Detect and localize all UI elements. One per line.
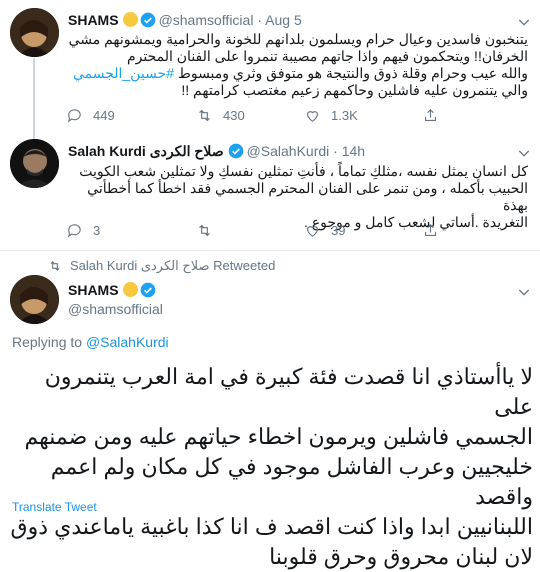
reply-button[interactable]: 449 [66, 107, 115, 124]
chevron-down-icon[interactable] [516, 14, 532, 30]
tweet1-header: SHAMS @shamsofficial · Aug 5 [68, 12, 302, 28]
hashtag-link[interactable]: #حسين_الجسمي [73, 65, 174, 81]
tweet1-line: والي يتنمرون عليه فاشلين وحاكمهم زعيم مغ… [181, 82, 528, 98]
tweet1-line: يتنخبون فاسدين وعيال حرام ويسلمون بلدانه… [68, 31, 528, 47]
reply-count: 449 [93, 108, 115, 123]
dot-separator: · [333, 143, 338, 159]
tweet1-time[interactable]: Aug 5 [265, 12, 302, 28]
tweet2-time[interactable]: 14h [342, 143, 365, 159]
retweet-banner-label: Salah Kurdi صلاح الكردى Retweeted [70, 258, 276, 273]
share-icon [424, 224, 437, 237]
retweet-count: 430 [223, 108, 245, 123]
tweet3-line: لا ياأستاذي انا قصدت فئة كبيرة في امة ال… [44, 364, 533, 419]
tweet2-name-arabic[interactable]: صلاح الكردى [150, 143, 224, 159]
tweet1-handle[interactable]: @shamsofficial [159, 12, 254, 28]
tweet1-line: والله عيب وحرام وقلة ذوق والنتيجة هو متو… [66, 65, 528, 82]
like-icon [306, 111, 319, 122]
tweet1-actions: 449 430 1.3K [66, 107, 526, 125]
chevron-down-icon[interactable] [516, 145, 532, 161]
tweet2-header: Salah Kurdi صلاح الكردى @SalahKurdi · 14… [68, 143, 365, 160]
retweet-button[interactable] [196, 222, 223, 239]
like-button[interactable]: 39 [304, 222, 345, 239]
retweet-icon [199, 224, 210, 237]
retweet-button[interactable]: 430 [196, 107, 245, 124]
reply-icon [67, 109, 81, 123]
tweet1-name[interactable]: SHAMS [68, 12, 119, 28]
tweet3-line: لان لبنان محروق وحرق قلوبنا [269, 544, 533, 569]
tweet2-name[interactable]: Salah Kurdi [68, 143, 146, 159]
tweet3-handle[interactable]: @shamsofficial [68, 301, 163, 317]
avatar[interactable] [10, 275, 59, 324]
tweet1-line: الخرفان!! ويتحكمون فيهم واذا جاتهم مصيبة… [126, 48, 528, 64]
tweet3-text: لا ياأستاذي انا قصدت فئة كبيرة في امة ال… [10, 362, 533, 572]
tweet3-line: اللبنانيين ابدا واذا كنت اقصد ف انا كذا … [10, 514, 533, 539]
retweet-icon [199, 109, 210, 122]
like-button[interactable]: 1.3K [304, 107, 358, 124]
sun-emoji-icon [122, 282, 138, 297]
thread-line [33, 58, 35, 148]
tweet2-line: الحبيب بأكمله ، ومن تنمر على الفنان المح… [87, 180, 528, 213]
retweet-icon [50, 261, 60, 271]
dot-separator: · [257, 12, 263, 28]
reply-icon [67, 224, 81, 238]
share-button[interactable] [422, 222, 439, 239]
tweet1-line-part: والله عيب وحرام وقلة ذوق والنتيجة هو متو… [177, 65, 528, 81]
tweet2-handle[interactable]: @SalahKurdi [247, 143, 330, 159]
replying-to-link[interactable]: @SalahKurdi [86, 334, 169, 350]
reply-button[interactable]: 3 [66, 222, 100, 239]
tweet2-text: كل انسان يمثل نفسه ،مثلكِ تماماً ، فأنتِ… [66, 163, 528, 231]
reply-count: 3 [93, 223, 101, 238]
tweet2-actions: 3 39 [66, 222, 526, 240]
replying-to: Replying to @SalahKurdi [12, 334, 169, 350]
retweet-banner[interactable]: Salah Kurdi صلاح الكردى Retweeted [50, 258, 276, 274]
verified-icon [140, 282, 155, 298]
chevron-down-icon[interactable] [516, 284, 532, 300]
like-count: 1.3K [331, 108, 358, 123]
verified-icon [228, 143, 243, 159]
tweet3-line: الجسمي فاشلين ويرمون اخطاء حياتهم عليه و… [24, 424, 533, 449]
like-icon [306, 226, 319, 237]
tweet1-text: يتنخبون فاسدين وعيال حرام ويسلمون بلدانه… [66, 31, 528, 99]
tweet3-name[interactable]: SHAMS [68, 282, 119, 298]
share-icon [424, 109, 437, 122]
avatar[interactable] [10, 8, 59, 57]
like-count: 39 [331, 223, 346, 238]
sun-emoji-icon [122, 12, 138, 27]
share-button[interactable] [422, 107, 439, 124]
tweet2-line: كل انسان يمثل نفسه ،مثلكِ تماماً ، فأنتِ… [79, 163, 528, 179]
tweet3-header: SHAMS [68, 282, 159, 298]
replying-prefix: Replying to [12, 334, 83, 350]
divider [0, 250, 540, 251]
avatar[interactable] [10, 139, 59, 188]
translate-tweet-link[interactable]: Translate Tweet [12, 500, 97, 514]
verified-icon [140, 12, 155, 28]
